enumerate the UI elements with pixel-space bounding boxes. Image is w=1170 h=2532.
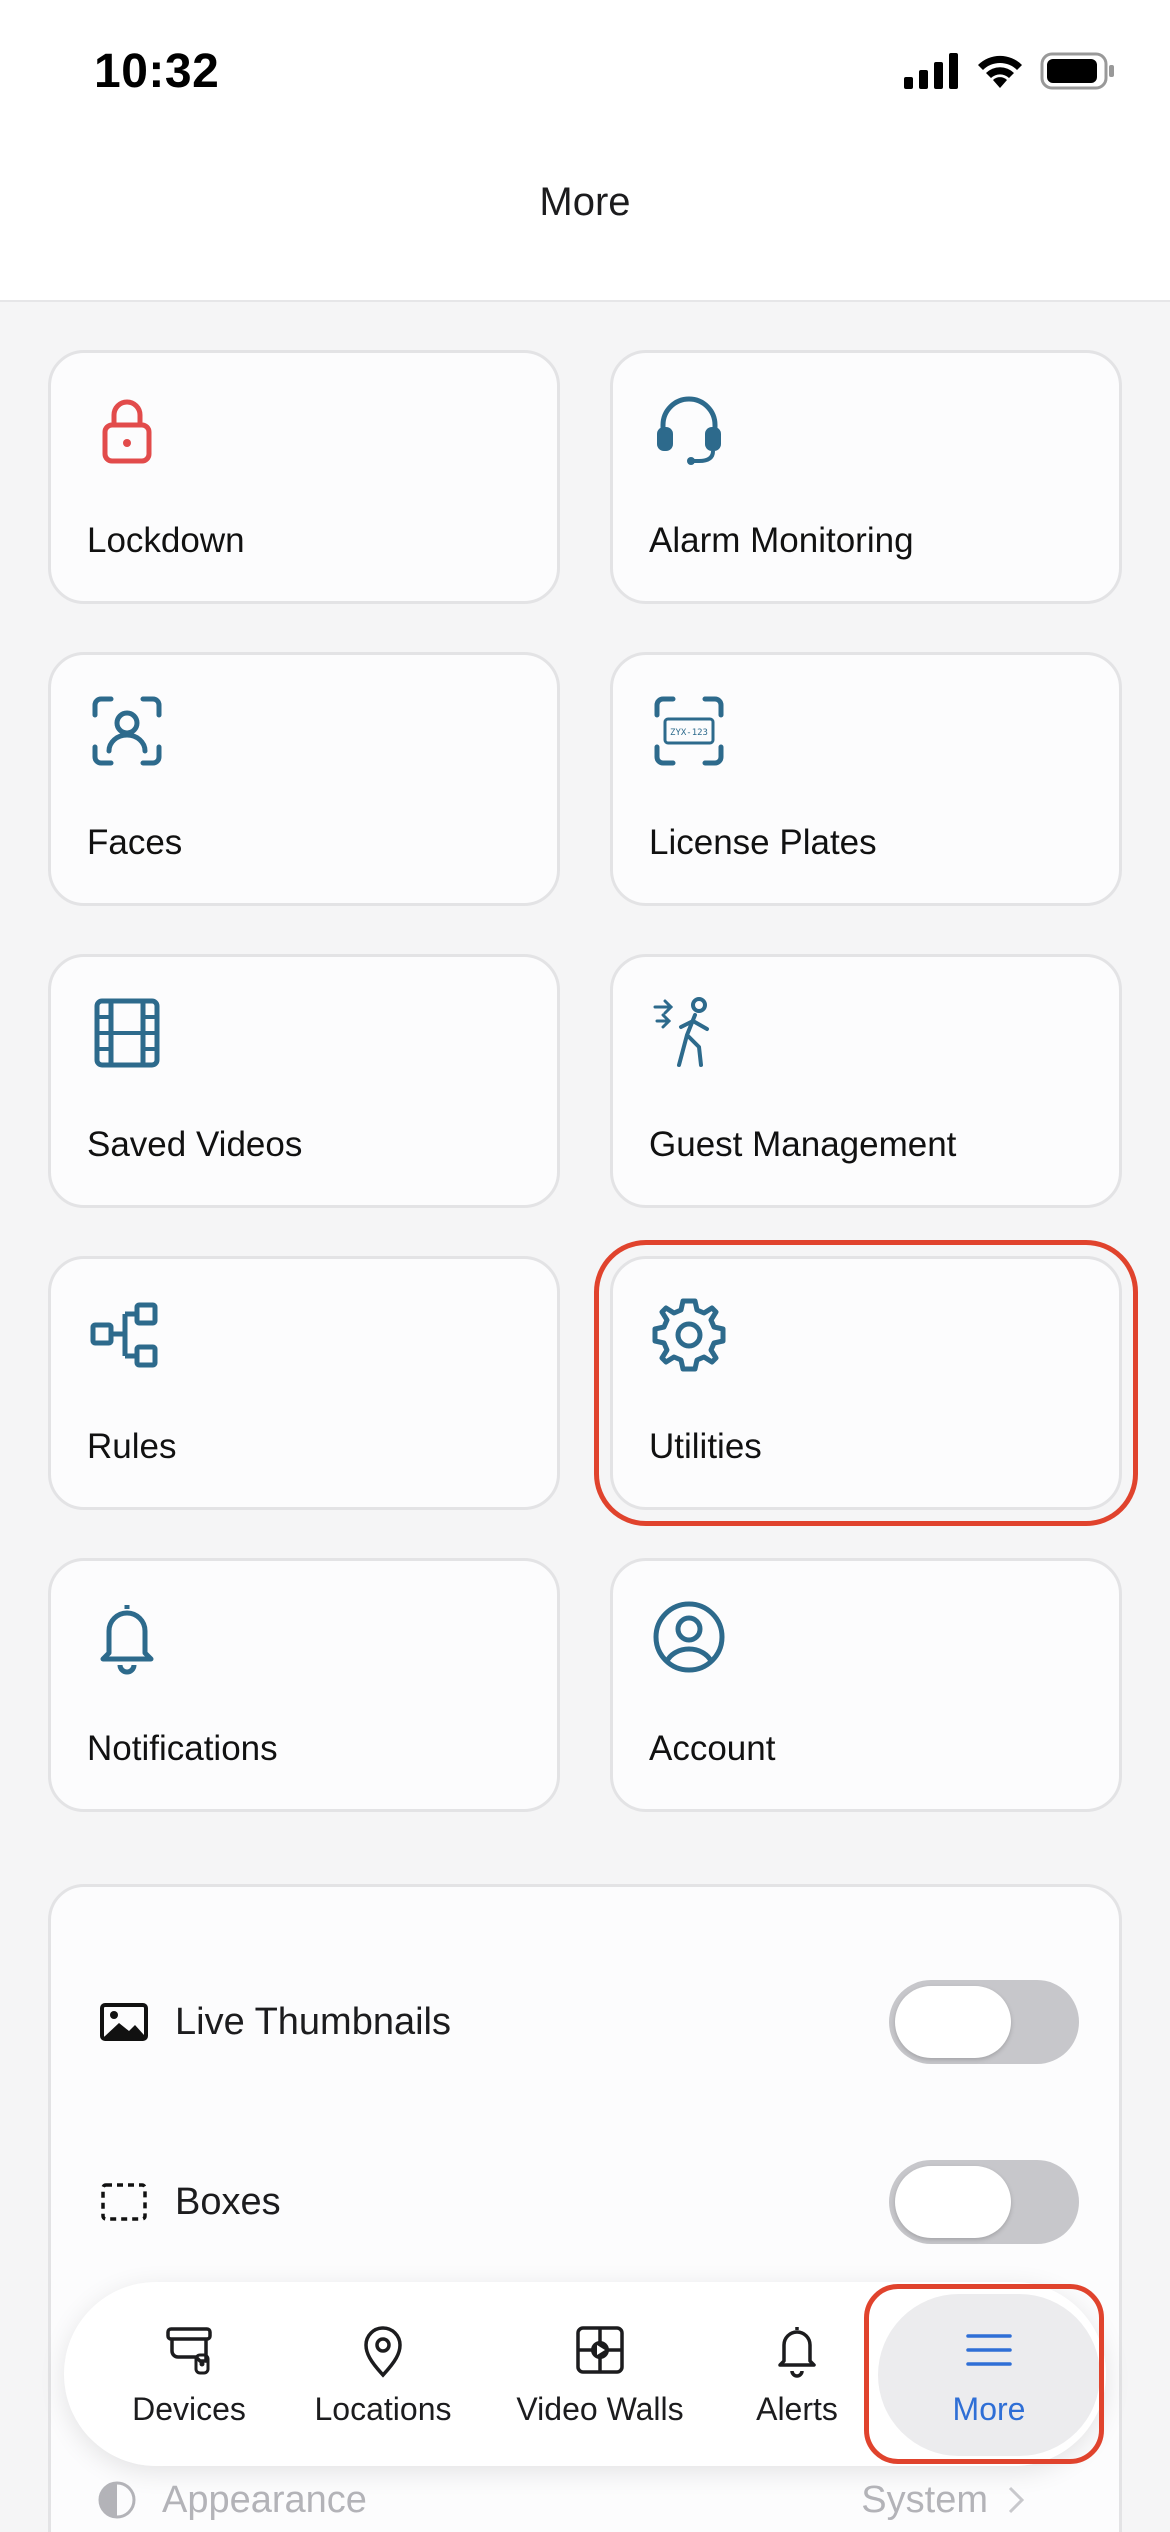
tab-video-walls[interactable]: Video Walls <box>500 2282 700 2466</box>
bell-icon <box>778 2326 816 2378</box>
bell-icon <box>87 1597 167 1677</box>
guest-walk-icon <box>649 993 729 1073</box>
tile-saved-videos[interactable]: Saved Videos <box>48 954 560 1208</box>
setting-boxes: Boxes <box>99 2157 1079 2247</box>
tile-notifications[interactable]: Notifications <box>48 1558 560 1812</box>
tile-account[interactable]: Account <box>610 1558 1122 1812</box>
tab-label: Locations <box>314 2390 452 2427</box>
location-pin-icon <box>364 2325 402 2378</box>
tab-label: Video Walls <box>516 2390 684 2427</box>
dashed-box-icon <box>101 2183 147 2221</box>
status-icons <box>904 52 1116 90</box>
setting-appearance[interactable]: Appearance System <box>96 2470 1026 2530</box>
video-wall-icon <box>576 2325 624 2374</box>
image-icon <box>100 2003 148 2041</box>
tab-alerts[interactable]: Alerts <box>732 2282 862 2466</box>
tab-label: Devices <box>132 2390 246 2427</box>
tile-alarm-monitoring[interactable]: Alarm Monitoring <box>610 350 1122 604</box>
tile-rules[interactable]: Rules <box>48 1256 560 1510</box>
feature-grid: Lockdown Alarm Monitoring Faces ZYX-123 … <box>48 350 1138 1812</box>
tile-label: License Plates <box>649 823 877 862</box>
contrast-icon <box>98 2481 136 2519</box>
tile-faces[interactable]: Faces <box>48 652 560 906</box>
tile-guest-management[interactable]: Guest Management <box>610 954 1122 1208</box>
tile-label: Alarm Monitoring <box>649 521 914 560</box>
toggle-knob <box>895 2166 1011 2238</box>
headset-icon <box>649 389 729 469</box>
film-icon <box>87 993 167 1073</box>
setting-label: Appearance <box>162 2478 367 2521</box>
chevron-right-icon <box>1008 2486 1025 2514</box>
wifi-icon <box>978 55 1022 88</box>
tile-lockdown[interactable]: Lockdown <box>48 350 560 604</box>
tab-devices[interactable]: Devices <box>114 2282 264 2466</box>
toggle-knob <box>895 1986 1011 2058</box>
status-bar: 10:32 <box>0 0 1170 140</box>
page-title: More <box>539 180 631 224</box>
tile-label: Notifications <box>87 1729 278 1768</box>
battery-icon <box>1040 52 1114 90</box>
tile-label: Account <box>649 1729 776 1768</box>
plate-text: ZYX-123 <box>670 728 708 738</box>
cellular-signal-icon <box>904 53 958 89</box>
tab-label: Alerts <box>756 2390 838 2427</box>
tab-more-highlight <box>864 2284 1104 2464</box>
rules-flow-icon <box>87 1295 167 1375</box>
license-plate-icon: ZYX-123 <box>649 691 729 771</box>
tile-label: Utilities <box>649 1427 762 1466</box>
lock-icon <box>87 389 167 469</box>
appearance-value: System <box>861 2479 1026 2522</box>
tile-label: Faces <box>87 823 183 862</box>
setting-label: Live Thumbnails <box>175 2000 452 2043</box>
face-scan-icon <box>87 691 167 771</box>
appearance-value-text: System <box>861 2478 988 2521</box>
setting-label: Boxes <box>175 2180 281 2223</box>
gear-icon <box>649 1295 729 1375</box>
tile-label: Lockdown <box>87 521 245 560</box>
boxes-toggle[interactable] <box>889 2160 1079 2244</box>
tile-label: Rules <box>87 1427 177 1466</box>
tile-label: Guest Management <box>649 1125 957 1164</box>
setting-live-thumbnails: Live Thumbnails <box>99 1977 1079 2067</box>
account-icon <box>649 1597 729 1677</box>
status-time: 10:32 <box>94 45 220 98</box>
live-thumbnails-toggle[interactable] <box>889 1980 1079 2064</box>
tab-locations[interactable]: Locations <box>298 2282 468 2466</box>
tile-utilities[interactable]: Utilities <box>594 1240 1138 1526</box>
tile-label: Saved Videos <box>87 1125 303 1164</box>
camera-icon <box>166 2326 212 2374</box>
nav-header: More <box>0 140 1170 302</box>
tile-license-plates[interactable]: ZYX-123 License Plates <box>610 652 1122 906</box>
